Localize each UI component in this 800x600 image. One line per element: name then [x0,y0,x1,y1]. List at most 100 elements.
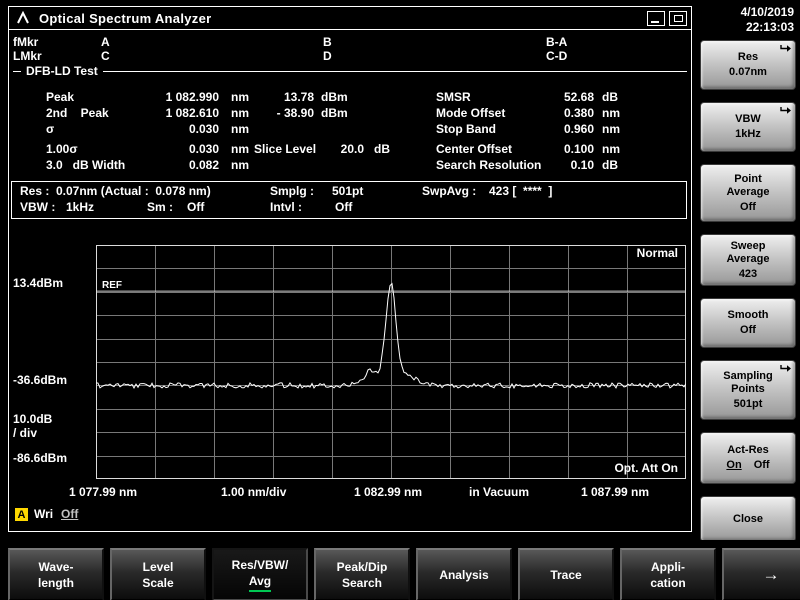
smplg-setting-label: Smplg : [270,184,314,198]
act-res-off-option[interactable]: Off [754,459,770,472]
softkey-value: 1kHz [735,128,761,140]
search-resolution-value: 0.10 [570,158,594,172]
x-axis-scale-per-div: 1.00 nm/div [221,485,287,499]
y-axis-ref-level-label: 13.4dBm [13,276,64,290]
softkey-res[interactable]: Res 0.07nm [700,40,796,90]
softkey-sampling-points[interactable]: Sampling Points 501pt [700,360,796,420]
softkey-value: Off [740,324,756,336]
time-text: 22:13:03 [745,20,794,34]
mode-offset-unit: nm [602,106,620,120]
wavelength-value: 1 082.990 [165,90,219,104]
softkey-act-res[interactable]: Act-Res On Off [700,432,796,484]
fkey-label: Peak/Dip [336,559,388,574]
softkey-title: Smooth [727,309,769,321]
meas-label: Peak [46,90,75,104]
intvl-setting-label: Intvl : [270,200,302,214]
main-display-panel: Optical Spectrum Analyzer fMkr A B B-A L… [8,6,692,532]
center-offset-value: 0.100 [563,142,594,156]
fkey-label: Wave- [38,559,74,574]
sm-setting-label: Sm : [147,200,174,214]
meas-row-sigma: σ 0.030 nm Stop Band 0.960 nm [9,123,691,137]
level-value: 13.78 [283,90,314,104]
fkey-trace[interactable]: Trace [518,548,614,600]
x-axis-stop-wavelength: 1 087.99 nm [581,485,650,499]
fkey-res-vbw-avg[interactable]: Res/VBW/ Avg [212,548,308,600]
minimize-button[interactable] [647,10,665,26]
window-buttons [643,10,687,26]
trace-a-badge: A [15,508,28,521]
softkey-value: Off [740,200,756,213]
sm-setting-value: Off [187,200,205,214]
softkey-close[interactable]: Close [700,496,796,542]
date-text: 4/10/2019 [740,5,794,19]
slice-level-value: 20.0 [340,142,364,156]
swpavg-setting-label: SwpAvg : [422,184,477,198]
y-axis-scale-per-div: 10.0dB [13,412,53,426]
swpavg-setting-value: 423 [ **** ] [489,184,553,198]
softkey-smooth[interactable]: Smooth Off [700,298,796,348]
meas-row-peak: Peak 1 082.990 nm 13.78 dBm SMSR 52.68 d… [9,91,691,105]
softkey-column: Res 0.07nm VBW 1kHz Point Average Off Sw… [700,40,796,542]
rule-dash [13,70,21,72]
softkey-title: Close [733,512,763,525]
res-setting-label: Res : [20,184,50,198]
trace-mode-label: Normal [636,246,678,260]
y-axis-scale-per-div-2: / div [13,426,38,440]
fkey-next-menu[interactable]: → [722,548,800,600]
marker-c: C [101,49,110,63]
stop-band-unit: nm [602,122,620,136]
act-res-on-option[interactable]: On [726,459,741,472]
plot-grid [96,245,686,479]
vbw-setting-value: 1kHz [66,200,95,214]
wavelength-value: 0.030 [188,142,219,156]
stop-band-value: 0.960 [563,122,594,136]
minimize-icon [651,20,659,23]
center-offset-unit: nm [602,142,620,156]
submenu-arrow-icon [779,44,792,57]
wavelength-value: 0.082 [188,158,219,172]
fkey-label: Avg [248,573,272,592]
softkey-title: VBW [735,113,761,125]
softkey-value: 0.07nm [729,66,767,78]
meas-row-2nd-peak: 2nd Peak 1 082.610 nm - 38.90 dBm Mode O… [9,107,691,121]
osa-screen: 4/10/2019 22:13:03 Optical Spectrum Anal… [0,0,800,600]
fmkr-label: fMkr [13,35,39,49]
plot-canvas [96,245,686,479]
smsr-label: SMSR [436,90,471,104]
fkey-label: Level [142,559,174,574]
fkey-analysis[interactable]: Analysis [416,548,512,600]
fkey-wavelength[interactable]: Wave- length [8,548,104,600]
fkey-application[interactable]: Appli- cation [620,548,716,600]
fkey-label: length [38,575,74,590]
softkey-title: Sweep Average [726,239,770,265]
opt-att-status: Opt. Att On [614,461,678,475]
rule-line [102,70,687,72]
marker-b-a: B-A [546,35,568,49]
softkey-vbw[interactable]: VBW 1kHz [700,102,796,152]
fkey-label: Appli- [651,559,685,574]
fkey-level-scale[interactable]: Level Scale [110,548,206,600]
softkey-sweep-average[interactable]: Sweep Average 423 [700,234,796,286]
marker-d: D [323,49,332,63]
maximize-button[interactable] [669,10,687,26]
fkey-label: Search [341,575,383,590]
marker-b: B [323,35,332,49]
level-unit: dBm [321,90,348,104]
anritsu-logo-icon [15,11,31,25]
softkey-point-average[interactable]: Point Average Off [700,164,796,222]
wavelength-unit: nm [231,142,249,156]
wavelength-unit: nm [231,158,249,172]
wavelength-unit: nm [231,122,249,136]
trace-write-status: Wri [34,507,54,521]
y-axis-mid-level-label: -36.6dBm [13,373,68,387]
meas-row-3db-width: 3.0 dB Width 0.082 nm Search Resolution … [9,159,691,173]
meas-row-1sigma: 1.00σ 0.030 nm Slice Level 20.0 dB Cente… [9,143,691,157]
smplg-setting-value: 501pt [332,184,364,198]
submenu-arrow-icon [779,106,792,119]
search-resolution-unit: dB [602,158,618,172]
fkey-peak-dip-search[interactable]: Peak/Dip Search [314,548,410,600]
softkey-title: Res [737,51,759,63]
intvl-setting-value: Off [335,200,353,214]
softkey-value: 423 [738,267,758,280]
title-bar: Optical Spectrum Analyzer [9,7,691,30]
